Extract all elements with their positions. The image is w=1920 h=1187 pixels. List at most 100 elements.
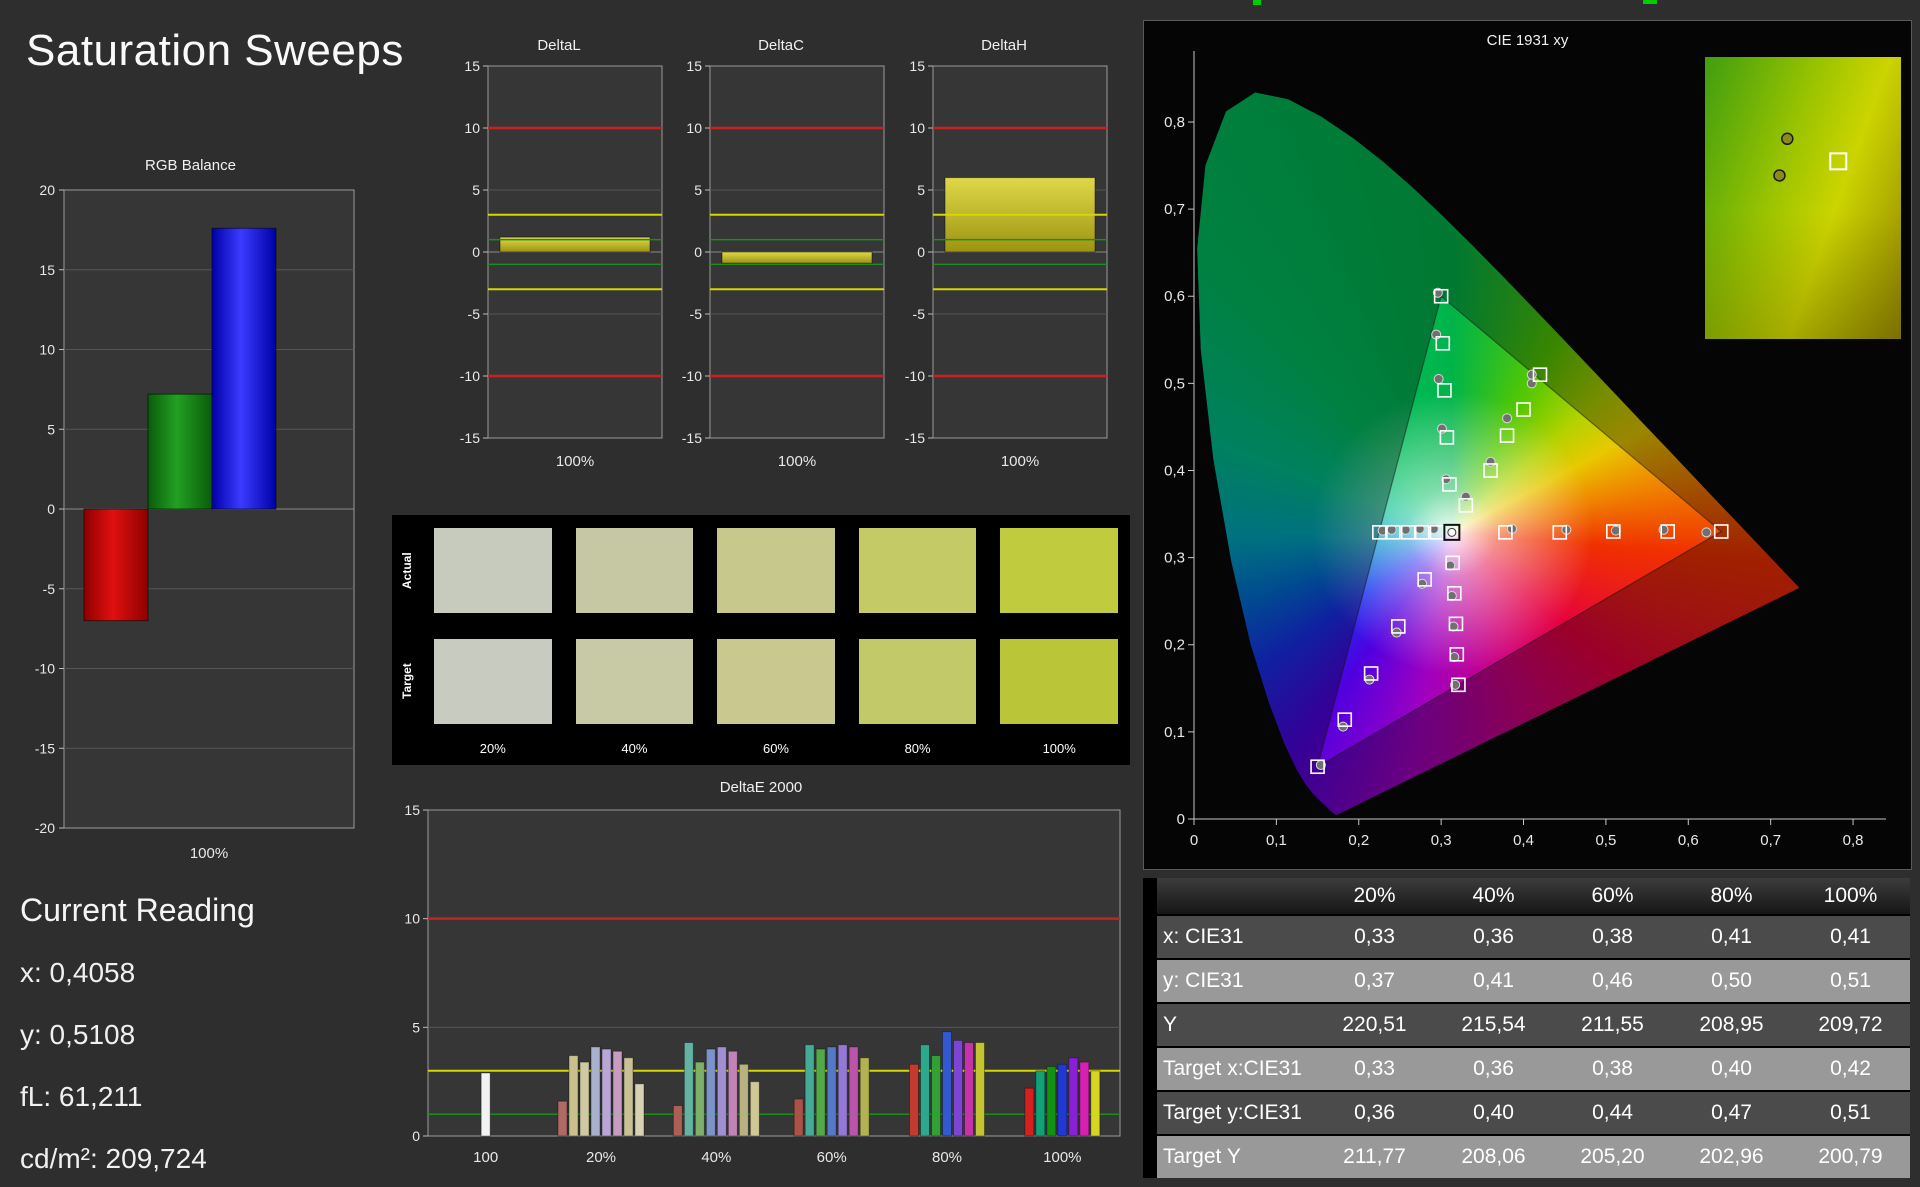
- svg-text:10: 10: [909, 120, 925, 136]
- measured-point: [1610, 525, 1621, 536]
- current-reading-heading: Current Reading: [20, 892, 255, 928]
- svg-text:0,6: 0,6: [1164, 288, 1185, 305]
- deltae-bar: [1079, 1061, 1090, 1137]
- svg-text:0,2: 0,2: [1348, 832, 1369, 849]
- reading-x: x: 0,4058: [20, 957, 136, 988]
- delta-c-plot: -15 -10 -5 0 5 10 15 100%: [682, 58, 885, 470]
- reading-cdm2: cd/m²: 209,724: [20, 1143, 207, 1174]
- svg-text:0,2: 0,2: [1164, 637, 1185, 654]
- inset-target-point: [1829, 152, 1848, 171]
- delta-l-chart: DeltaL -15 -10 -5 0 5 10 15 100%: [448, 36, 670, 501]
- svg-text:-5: -5: [468, 306, 481, 322]
- page-title: Saturation Sweeps: [26, 26, 404, 75]
- svg-text:10: 10: [39, 342, 55, 358]
- svg-text:-5: -5: [913, 306, 926, 322]
- measured-point: [1485, 456, 1496, 467]
- deltae-bar: [480, 1072, 491, 1137]
- app-window: Saturation Sweeps RGB Balance -20 -15 -10-…: [0, 0, 1920, 1187]
- bar-red: [83, 508, 149, 622]
- svg-text:-15: -15: [35, 740, 55, 756]
- delta-l-plot: -15 -10 -5 0 5 10 15 100%: [460, 58, 663, 470]
- svg-text:15: 15: [464, 58, 480, 74]
- deltae-bar: [1068, 1057, 1079, 1137]
- deltae-bar: [920, 1044, 930, 1137]
- deltae-bar: [1046, 1065, 1057, 1137]
- deltae-bar: [716, 1046, 727, 1137]
- svg-text:5: 5: [472, 182, 480, 198]
- svg-text:-20: -20: [35, 820, 55, 836]
- table-cell: 0,36: [1354, 1101, 1395, 1124]
- table-cell: 211,77: [1343, 1145, 1406, 1168]
- table-cell: 0,44: [1592, 1101, 1633, 1124]
- inset-measured-point: [1773, 169, 1786, 182]
- deltae-bar: [1090, 1070, 1101, 1137]
- deltae-bar: [579, 1061, 590, 1137]
- measured-point: [1502, 413, 1513, 424]
- deltae-bar: [1057, 1063, 1068, 1137]
- svg-text:0,6: 0,6: [1678, 832, 1699, 849]
- measured-point: [1701, 527, 1712, 538]
- table-cell: 0,33: [1354, 1057, 1395, 1080]
- table-cell: 0,47: [1711, 1101, 1752, 1124]
- swatch-row-label: Actual: [400, 552, 414, 589]
- svg-text:40%: 40%: [701, 1149, 731, 1166]
- reading-y: y: 0,5108: [20, 1019, 136, 1050]
- table-cell: 0,36: [1473, 925, 1514, 948]
- deltae-bar: [749, 1081, 760, 1137]
- table-cell: 0,38: [1592, 925, 1633, 948]
- svg-text:0,7: 0,7: [1760, 832, 1781, 849]
- table-row-label: Target y:CIE31: [1163, 1101, 1302, 1124]
- svg-text:-10: -10: [682, 368, 702, 384]
- svg-text:0,4: 0,4: [1164, 462, 1185, 479]
- cie-1931-xy-chart: CIE 1931 xy 0 0,1 0,2 0,3 0,4 0,5 0,6 0,7 0,8 0 0,…: [1143, 20, 1912, 870]
- svg-text:-10: -10: [905, 368, 925, 384]
- svg-text:-10: -10: [460, 368, 480, 384]
- table-cell: 0,51: [1830, 969, 1871, 992]
- svg-text:20: 20: [39, 182, 55, 198]
- table-row: Target y:CIE31 0,36 0,40 0,44 0,47 0,51: [1143, 1092, 1910, 1134]
- table-cell: 0,36: [1473, 1057, 1514, 1080]
- delta-h-title: DeltaH: [981, 37, 1027, 54]
- table-header-row: 20% 40% 60% 80% 100%: [1143, 878, 1910, 914]
- rgb-balance-chart: RGB Balance -20 -15 -10 -5 0 5 10 15 20 100%: [18, 156, 363, 871]
- table-header-cell: 100%: [1823, 884, 1878, 907]
- current-reading: Current Reading x: 0,4058 y: 0,5108 fL: …: [20, 892, 350, 1187]
- deltae-bar: [909, 1063, 919, 1137]
- svg-text:100%: 100%: [778, 453, 816, 470]
- actual-color-swatch: [434, 528, 552, 613]
- table-row-label: Target x:CIE31: [1163, 1057, 1302, 1080]
- measured-point: [1417, 578, 1428, 589]
- svg-text:100%: 100%: [556, 453, 594, 470]
- deltae-bar: [964, 1042, 974, 1137]
- actual-color-swatch: [717, 528, 835, 613]
- table-cell: 202,96: [1699, 1145, 1764, 1168]
- table-cell: 0,41: [1830, 925, 1871, 948]
- deltae-bar: [705, 1048, 716, 1137]
- deltae-bar: [942, 1031, 952, 1137]
- bar-blue: [211, 227, 277, 510]
- svg-text:0: 0: [1177, 811, 1185, 828]
- svg-text:0,1: 0,1: [1164, 724, 1185, 741]
- deltae-bar: [1035, 1070, 1046, 1137]
- deltae-bar: [634, 1083, 645, 1137]
- svg-text:-5: -5: [43, 581, 56, 597]
- screen-edge-artifact: [1253, 0, 1261, 5]
- table-row-label: y: CIE31: [1163, 969, 1244, 992]
- deltae-bar: [672, 1105, 683, 1137]
- swatch-col-label: 20%: [479, 741, 506, 756]
- actual-color-swatch: [858, 528, 977, 613]
- deltae-bar: [623, 1057, 634, 1137]
- table-cell: 208,95: [1699, 1013, 1764, 1036]
- delta-l-title: DeltaL: [537, 37, 581, 54]
- deltae-bar: [848, 1046, 859, 1137]
- delta-h-chart: DeltaH -15 -10 -5 0 5 10 15 100%: [893, 36, 1115, 501]
- svg-text:0: 0: [412, 1128, 420, 1144]
- target-color-swatch: [717, 639, 835, 724]
- deltae-bar: [1024, 1087, 1035, 1137]
- table-cell: 0,50: [1711, 969, 1752, 992]
- target-color-swatch: [1000, 639, 1118, 724]
- svg-text:0,5: 0,5: [1164, 375, 1185, 392]
- deltae-bar: [590, 1046, 601, 1137]
- deltae-bar: [683, 1042, 694, 1137]
- delta-e-2000-chart: DeltaE 2000 0 5 10 15 100 20% 40% 60% 80% 100%: [392, 778, 1130, 1187]
